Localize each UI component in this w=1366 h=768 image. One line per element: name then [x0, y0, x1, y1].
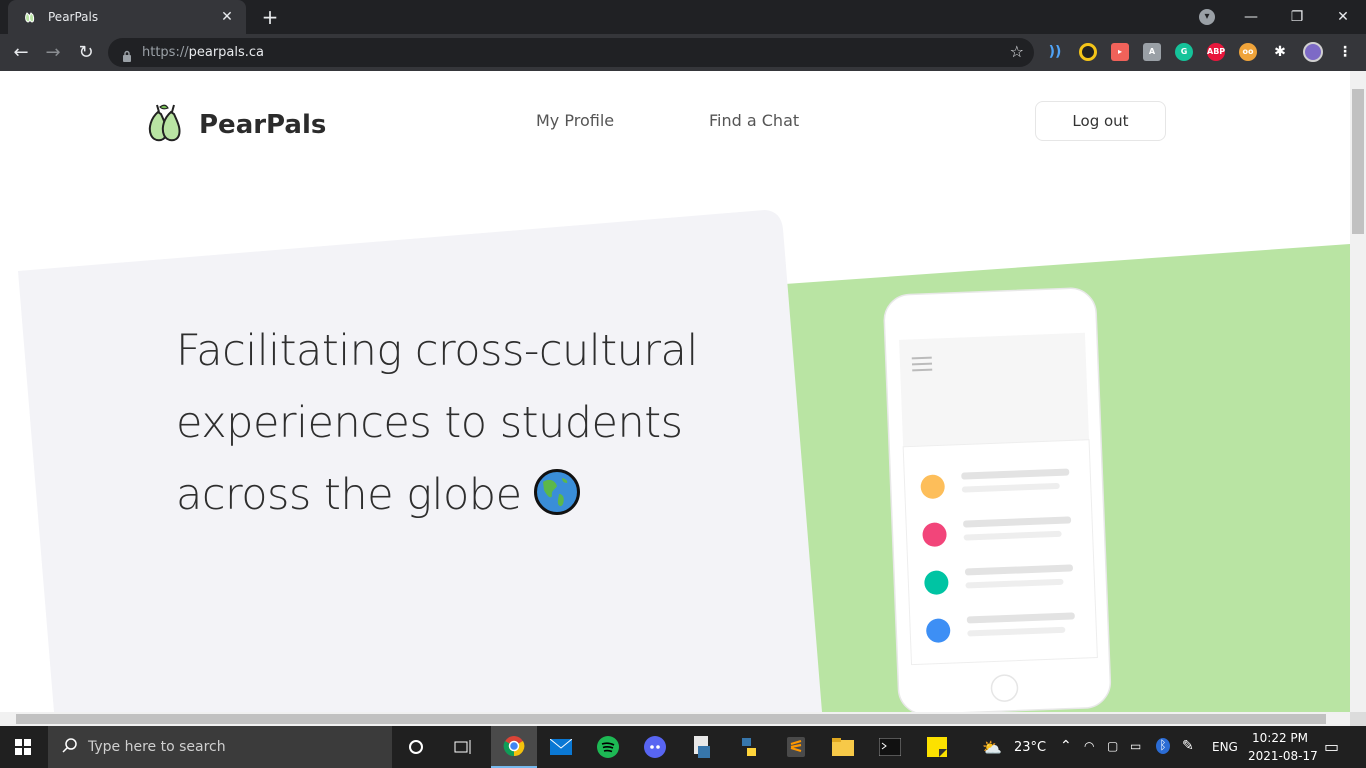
notifications-icon[interactable]: ▭	[1324, 737, 1339, 756]
terminal-icon[interactable]	[867, 726, 913, 768]
tab-close-icon[interactable]: ✕	[218, 9, 236, 25]
restore-button[interactable]: ❐	[1274, 0, 1320, 34]
spotify-icon[interactable]	[585, 726, 631, 768]
scroll-corner	[1350, 712, 1366, 726]
vertical-scrollbar[interactable]	[1350, 71, 1366, 712]
close-window-button[interactable]: ✕	[1320, 0, 1366, 34]
browser-toolbar: ← → ↻ https://pearpals.ca ☆ )) ▸ A G ABP…	[0, 34, 1366, 71]
extension-waves-icon[interactable]: ))	[1046, 43, 1064, 61]
profile-avatar[interactable]	[1303, 42, 1323, 62]
reload-icon[interactable]: ↻	[73, 40, 99, 66]
hero-heading: Facilitating cross-cultural experiences …	[176, 315, 736, 531]
bookmark-star-icon[interactable]: ☆	[1010, 42, 1024, 61]
minimize-button[interactable]: —	[1228, 0, 1274, 34]
extension-video-icon[interactable]: ▸	[1111, 43, 1129, 61]
page-viewport: PearPals My Profile Find a Chat Log out …	[0, 71, 1350, 712]
extension-record-icon[interactable]	[1079, 43, 1097, 61]
clock-date[interactable]: 2021-08-17	[1248, 749, 1318, 763]
brand-logo[interactable]: PearPals	[147, 102, 326, 148]
taskbar-search-box[interactable]: Type here to search	[48, 726, 392, 768]
sticky-notes-icon[interactable]	[914, 726, 960, 768]
logout-button[interactable]: Log out	[1035, 101, 1166, 141]
extension-font-icon[interactable]: A	[1143, 43, 1161, 61]
windows-start-icon[interactable]	[0, 726, 46, 768]
onedrive-icon[interactable]: ▢	[1107, 739, 1118, 753]
task-view-icon[interactable]	[440, 726, 486, 768]
nav-my-profile[interactable]: My Profile	[536, 111, 614, 130]
windows-taskbar: Type here to search ⛅ 23°C ⌃ ◠ ▢ ▭ ᛒ ✎ E…	[0, 726, 1366, 768]
tab-title: PearPals	[48, 10, 99, 24]
hero-line-2: experiences to students	[176, 398, 683, 448]
network-icon[interactable]: ◠	[1084, 739, 1094, 753]
new-tab-button[interactable]: +	[258, 5, 282, 29]
discord-icon[interactable]	[632, 726, 678, 768]
hero-line-1: Facilitating cross-cultural	[176, 326, 698, 376]
nav-find-a-chat[interactable]: Find a Chat	[709, 111, 799, 130]
chrome-menu-icon[interactable]: ⋮	[1336, 43, 1354, 61]
grammarly-icon[interactable]: G	[1175, 43, 1193, 61]
file-explorer-icon[interactable]	[820, 726, 866, 768]
pen-icon[interactable]: ✎	[1182, 738, 1194, 754]
forward-icon[interactable]: →	[40, 40, 66, 66]
sublime-text-icon[interactable]	[773, 726, 819, 768]
browser-tab-bar: PearPals ✕ + ▾ — ❐ ✕	[0, 0, 1366, 34]
url-text: https://pearpals.ca	[142, 45, 265, 60]
weather-temp[interactable]: 23°C	[1014, 740, 1046, 755]
browser-tab[interactable]: PearPals ✕	[8, 0, 246, 34]
chrome-taskbar-icon[interactable]	[491, 726, 537, 768]
address-bar[interactable]: https://pearpals.ca ☆	[108, 38, 1034, 67]
lock-icon	[122, 47, 132, 62]
search-placeholder: Type here to search	[88, 739, 226, 755]
search-icon	[62, 737, 78, 757]
mail-icon[interactable]	[538, 726, 584, 768]
scroll-thumb[interactable]	[1352, 89, 1364, 234]
extensions-puzzle-icon[interactable]: ✱	[1271, 43, 1289, 61]
weather-icon[interactable]: ⛅	[982, 738, 1002, 757]
extension-owl-icon[interactable]: oo	[1239, 43, 1257, 61]
brand-name: PearPals	[199, 110, 327, 140]
battery-icon[interactable]: ▭	[1130, 739, 1141, 753]
tab-search-icon[interactable]: ▾	[1199, 9, 1215, 25]
language-indicator[interactable]: ENG	[1212, 740, 1238, 754]
clock-time[interactable]: 10:22 PM	[1252, 731, 1308, 745]
phone-illustration	[883, 287, 1112, 712]
tray-expand-icon[interactable]: ⌃	[1060, 738, 1072, 754]
cortana-icon[interactable]	[393, 726, 439, 768]
pear-favicon-icon	[22, 9, 38, 25]
earth-americas-icon	[533, 469, 580, 515]
adblock-plus-icon[interactable]: ABP	[1207, 43, 1225, 61]
hero-line-3: across the globe	[176, 459, 736, 531]
python-icon[interactable]	[726, 726, 772, 768]
pear-logo-icon	[147, 102, 183, 148]
back-icon[interactable]: ←	[8, 40, 34, 66]
horizontal-scrollbar[interactable]	[0, 712, 1350, 726]
python-file-icon[interactable]	[679, 726, 725, 768]
hscroll-thumb[interactable]	[16, 714, 1326, 724]
bluetooth-icon[interactable]: ᛒ	[1156, 738, 1170, 754]
